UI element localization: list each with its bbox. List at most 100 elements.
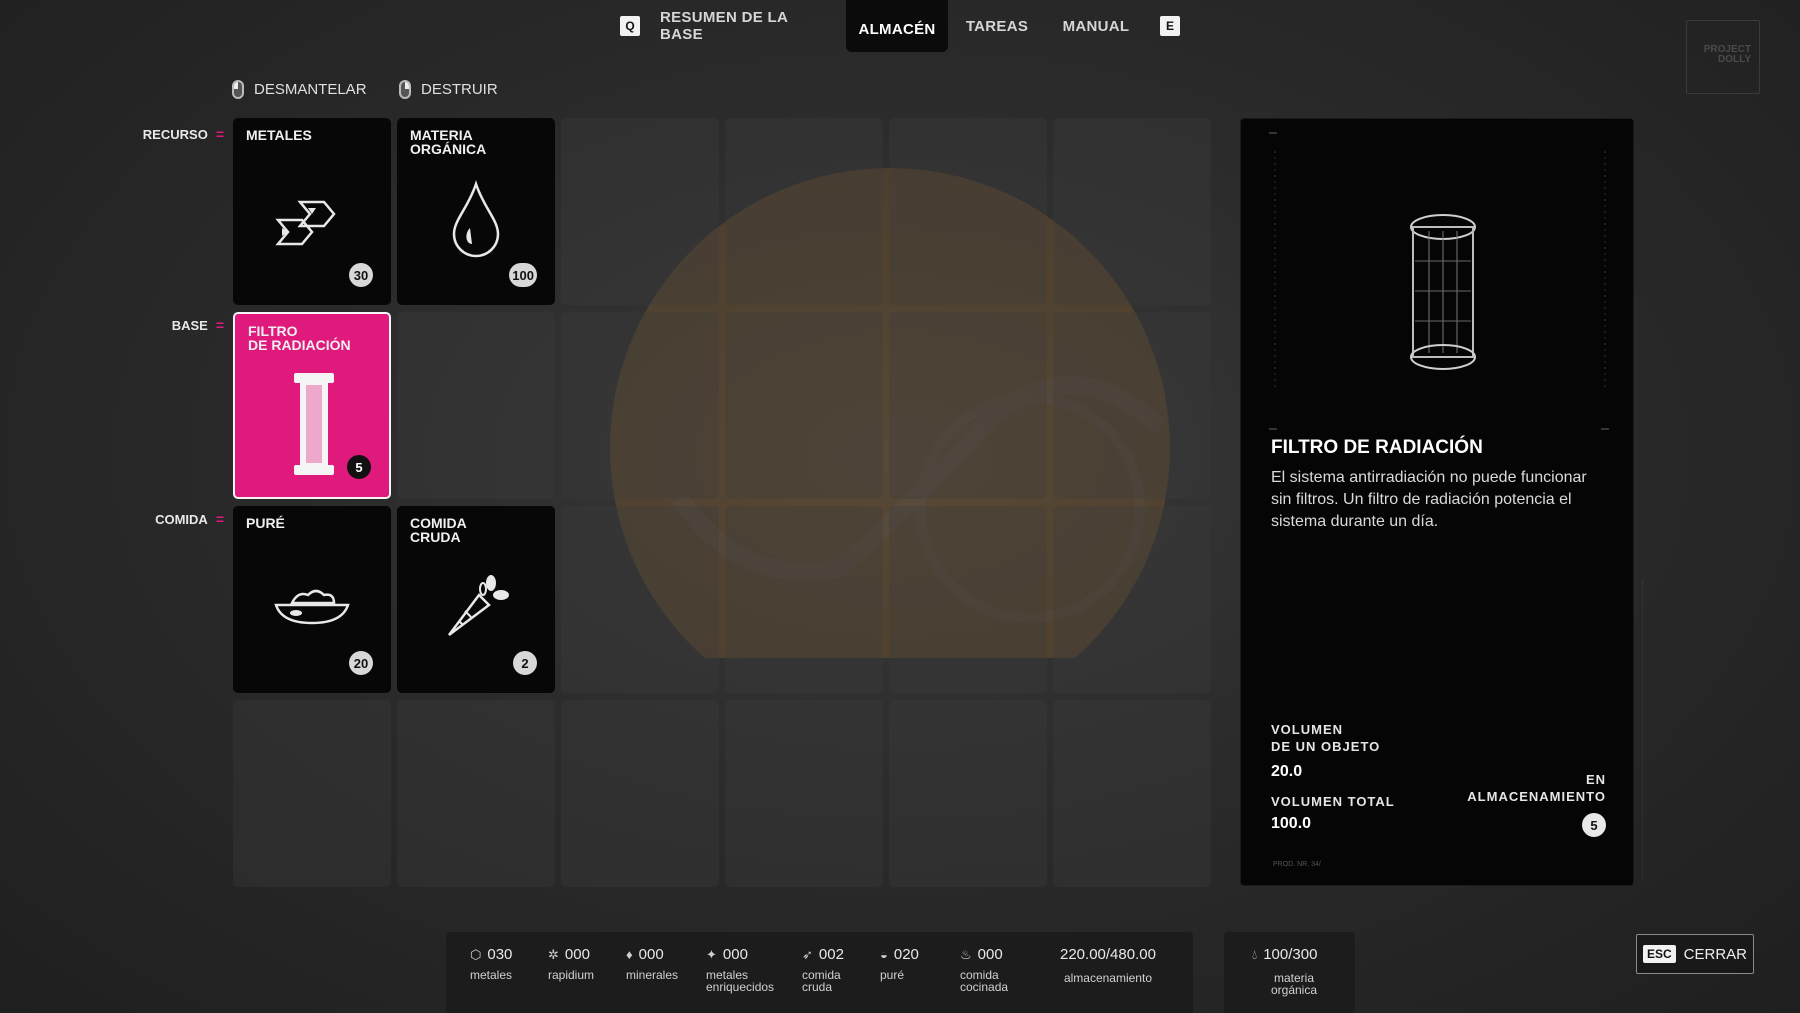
dismantle-action[interactable]: DESMANTELAR — [232, 80, 367, 99]
empty-slot[interactable] — [561, 312, 719, 499]
organic-label: materia orgánica — [1270, 971, 1318, 997]
item-detail-panel: FILTRO DE RADIACIÓN El sistema antirradi… — [1240, 118, 1634, 886]
carrot-icon — [448, 575, 509, 636]
item-card-radiation-filter[interactable]: FILTRO DE RADIACIÓN 5 — [233, 312, 391, 499]
item-count-badge: 2 — [513, 651, 537, 675]
resource-bar: ⬡ 030 metales ✲ 000 rapidium ♦ 000 minerale… — [446, 932, 1193, 1013]
category-marker-icon: = — [215, 126, 224, 142]
resource-value: 020 — [893, 946, 919, 963]
crystal-icon: ♦ — [626, 947, 633, 962]
unit-volume-label: VOLUMEN DE UN OBJETO — [1271, 722, 1381, 754]
resource-value: 000 — [564, 946, 590, 963]
unit-volume-value: 20.0 — [1271, 763, 1303, 780]
empty-slot[interactable] — [889, 700, 1047, 887]
empty-slot[interactable] — [725, 700, 883, 887]
in-storage-label: EN ALMACENAMIENTO — [1467, 772, 1606, 804]
resource-label: comida cruda — [802, 968, 841, 994]
enriched-metal-icon: ✦ — [706, 946, 717, 962]
project-dolly-logo: PROJECT DOLLY — [1686, 20, 1760, 94]
key-hint-e: E — [1160, 16, 1180, 36]
resource-value: 000 — [638, 946, 664, 963]
close-button[interactable]: ESC CERRAR — [1636, 934, 1754, 974]
empty-slot[interactable] — [561, 700, 719, 887]
item-card-raw-food[interactable]: COMIDA CRUDA 2 — [397, 506, 555, 693]
pot-icon: ♨ — [960, 946, 972, 962]
empty-slot[interactable] — [1053, 700, 1211, 887]
key-hint-q: Q — [620, 16, 640, 36]
detail-title: FILTRO DE RADIACIÓN — [1271, 437, 1483, 458]
gear-icon: ✲ — [548, 946, 559, 962]
empty-slot[interactable] — [725, 312, 883, 499]
resource-label: metales enriquecidos — [706, 968, 775, 994]
resource-raw-food: ➶ 002 comida cruda — [802, 946, 844, 993]
tab-manual[interactable]: MANUAL — [1056, 0, 1136, 52]
item-card-organic-matter[interactable]: MATERIA ORGÁNICA 100 — [397, 118, 555, 305]
resource-value: 002 — [818, 946, 844, 963]
resource-cooked-food: ♨ 000 comida cocinada — [960, 946, 1008, 993]
item-name: PURÉ — [246, 515, 285, 531]
tab-tasks[interactable]: TAREAS — [962, 0, 1032, 52]
item-name: COMIDA CRUDA — [410, 515, 467, 545]
drop-icon — [452, 180, 500, 258]
empty-slot[interactable] — [889, 312, 1047, 499]
esc-key-hint: ESC — [1642, 945, 1676, 963]
storage-capacity: 220.00/480.00 almacenamiento — [1060, 946, 1156, 985]
tab-base-summary[interactable]: RESUMEN DE LA BASE — [660, 0, 832, 52]
resource-label: metales — [470, 968, 513, 982]
item-count-badge: 30 — [349, 263, 373, 287]
product-number-text: PROD. NR. 34/ — [1273, 861, 1321, 868]
category-food-label: COMIDA — [155, 511, 208, 527]
total-volume-value: 100.0 — [1271, 815, 1312, 832]
item-name: FILTRO DE RADIACIÓN — [248, 323, 351, 353]
item-count-badge: 100 — [509, 263, 537, 287]
in-storage-count: 5 — [1582, 813, 1606, 837]
empty-slot[interactable] — [725, 506, 883, 693]
empty-slot[interactable] — [725, 118, 883, 305]
resource-label: comida cocinada — [960, 968, 1009, 994]
resource-puree: ◒ 020 puré — [880, 946, 919, 981]
destroy-label: DESTRUIR — [421, 81, 498, 98]
category-marker-icon: = — [215, 317, 224, 333]
mouse-left-click-icon — [232, 80, 244, 99]
empty-slot[interactable] — [233, 700, 391, 887]
category-marker-icon: = — [215, 511, 224, 527]
resource-enriched-metals: ✦ 000 metales enriquecidos — [706, 946, 774, 993]
carrot-icon: ➶ — [802, 946, 813, 962]
empty-slot[interactable] — [1053, 312, 1211, 499]
empty-slot[interactable] — [889, 118, 1047, 305]
resource-minerals: ♦ 000 minerales — [626, 946, 678, 981]
resource-value: 030 — [487, 946, 513, 963]
destroy-action[interactable]: DESTRUIR — [399, 80, 498, 99]
filter-cylinder-icon — [294, 373, 334, 475]
empty-slot[interactable] — [1053, 506, 1211, 693]
empty-slot[interactable] — [561, 506, 719, 693]
category-base: BASE = — [172, 317, 224, 333]
item-count-badge: 5 — [347, 455, 371, 479]
tab-storage[interactable]: ALMACÉN — [846, 0, 948, 52]
category-resource-label: RECURSO — [142, 126, 208, 142]
drop-icon: 💧︎ — [1252, 946, 1258, 962]
category-food: COMIDA = — [155, 511, 224, 527]
resource-value: 000 — [722, 946, 748, 963]
item-count-badge: 20 — [349, 651, 373, 675]
bowl-icon — [274, 589, 350, 625]
item-card-metals[interactable]: METALES 30 — [233, 118, 391, 305]
top-navigation: Q RESUMEN DE LA BASE ALMACÉN TAREAS MANU… — [0, 0, 1800, 52]
organic-matter-bar: 💧︎ 100/300 materia orgánica — [1224, 932, 1355, 1013]
empty-slot[interactable] — [397, 312, 555, 499]
resource-label: rapidium — [548, 968, 595, 982]
empty-slot[interactable] — [397, 700, 555, 887]
empty-slot[interactable] — [889, 506, 1047, 693]
storage-capacity-label: almacenamiento — [1063, 971, 1152, 985]
empty-slot[interactable] — [561, 118, 719, 305]
decorative-side-ticks — [1642, 580, 1648, 880]
mouse-right-click-icon — [399, 80, 411, 99]
filter-preview-image — [1269, 132, 1609, 430]
resource-label: minerales — [626, 968, 679, 982]
resource-metals: ⬡ 030 metales — [470, 946, 512, 981]
item-card-puree[interactable]: PURÉ 20 — [233, 506, 391, 693]
empty-slot[interactable] — [1053, 118, 1211, 305]
category-base-label: BASE — [171, 317, 208, 333]
organic-value: 100/300 — [1263, 946, 1318, 963]
dismantle-label: DESMANTELAR — [254, 81, 367, 98]
